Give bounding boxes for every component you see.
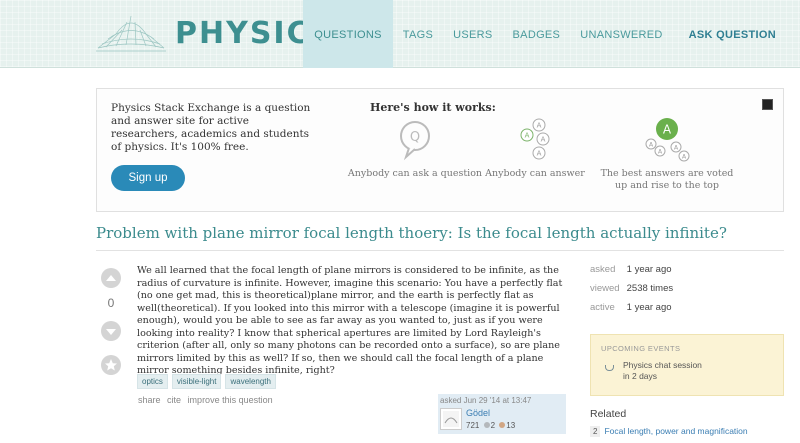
stat-label: asked xyxy=(590,264,616,275)
nav-badges[interactable]: BADGES xyxy=(503,0,571,68)
arrow-up-icon xyxy=(106,275,116,281)
physics-logo-icon[interactable] xyxy=(96,12,166,54)
owner-card: asked Jun 29 '14 at 13:47 Gödel 721 2 13 xyxy=(438,394,566,434)
site-header: PHYSICS QUESTIONS TAGS USERS BADGES UNAN… xyxy=(0,0,800,68)
welcome-text: Physics Stack Exchange is a question and… xyxy=(111,102,311,153)
svg-text:A: A xyxy=(525,132,530,140)
vote-count: 0 xyxy=(107,296,115,310)
close-icon[interactable] xyxy=(762,99,773,110)
step-answer-label: Anybody can answer xyxy=(485,168,585,179)
chat-cup-icon xyxy=(605,365,614,371)
related-item[interactable]: 2 Focal length, power and magnification xyxy=(590,426,748,437)
stat-value: 1 year ago xyxy=(626,264,672,275)
events-title: UPCOMING EVENTS xyxy=(601,344,681,353)
main-nav: QUESTIONS TAGS USERS BADGES UNANSWERED A… xyxy=(303,0,786,68)
related-count: 2 xyxy=(590,426,601,437)
stat-value: 2538 times xyxy=(626,283,674,294)
tag-visible-light[interactable]: visible-light xyxy=(171,374,222,389)
answer-bubbles-icon: A A A A xyxy=(520,118,550,160)
nav-questions[interactable]: QUESTIONS xyxy=(303,0,393,68)
step-vote-label: The best answers are voted up and rise t… xyxy=(600,168,734,191)
silver-badge-icon xyxy=(483,422,490,428)
stat-asked: asked 1 year ago xyxy=(590,264,672,275)
asked-timestamp: asked Jun 29 '14 at 13:47 xyxy=(440,396,532,405)
ask-question-link[interactable]: ASK QUESTION xyxy=(679,0,786,68)
avatar[interactable] xyxy=(440,408,462,430)
step-ask-label: Anybody can ask a question xyxy=(347,168,483,179)
event-time: in 2 days xyxy=(623,371,658,381)
tag-wavelength[interactable]: wavelength xyxy=(225,374,276,389)
silver-badge-count: 2 xyxy=(490,421,496,430)
event-name[interactable]: Physics chat session xyxy=(623,360,702,370)
best-answer-icon: A A A A A xyxy=(645,118,690,162)
arrow-down-icon xyxy=(106,329,116,335)
stat-label: viewed xyxy=(590,283,620,294)
step-ask: Q Anybody can ask a question xyxy=(345,117,485,180)
nav-tags[interactable]: TAGS xyxy=(393,0,443,68)
cite-link[interactable]: cite xyxy=(167,395,181,405)
question-body: We all learned that the focal length of … xyxy=(137,265,563,376)
owner-name[interactable]: Gödel xyxy=(466,408,490,418)
stat-active: active 1 year ago xyxy=(590,302,672,313)
svg-text:A: A xyxy=(537,150,542,158)
stat-value[interactable]: 1 year ago xyxy=(627,302,672,313)
tag-optics[interactable]: optics xyxy=(137,374,168,389)
stat-label: active xyxy=(590,302,615,313)
step-answer: A A A A Anybody can answer xyxy=(465,117,605,180)
tag-list: optics visible-light wavelength xyxy=(137,374,276,389)
vote-down-button[interactable] xyxy=(101,321,121,341)
bronze-badge-count: 13 xyxy=(506,421,516,430)
reputation-score: 721 xyxy=(466,421,480,430)
bronze-badge-icon xyxy=(499,422,506,428)
how-it-works-title: Here's how it works: xyxy=(370,101,496,114)
stat-viewed: viewed 2538 times xyxy=(590,283,673,294)
star-icon xyxy=(105,359,117,371)
nav-unanswered[interactable]: UNANSWERED xyxy=(570,0,672,68)
title-divider xyxy=(96,250,784,251)
svg-text:A: A xyxy=(663,123,672,137)
welcome-box: Physics Stack Exchange is a question and… xyxy=(96,88,784,212)
owner-reputation: 721 2 13 xyxy=(466,421,515,430)
improve-link[interactable]: improve this question xyxy=(188,395,273,405)
nav-users[interactable]: USERS xyxy=(443,0,502,68)
avatar-icon xyxy=(443,411,459,427)
step-vote: A A A A A The best answers are voted up … xyxy=(597,117,737,192)
related-title: Related xyxy=(590,408,627,420)
share-link[interactable]: share xyxy=(138,395,161,405)
svg-text:A: A xyxy=(541,136,546,144)
upcoming-events-box: UPCOMING EVENTS Physics chat session in … xyxy=(590,334,784,396)
svg-text:Q: Q xyxy=(410,130,420,145)
vote-up-button[interactable] xyxy=(101,268,121,288)
post-menu: share cite improve this question xyxy=(138,395,277,405)
favorite-button[interactable] xyxy=(101,355,121,375)
question-bubble-icon: Q xyxy=(400,121,430,161)
question-title[interactable]: Problem with plane mirror focal length t… xyxy=(96,224,786,242)
signup-button[interactable]: Sign up xyxy=(111,165,185,191)
related-link[interactable]: Focal length, power and magnification xyxy=(604,426,747,436)
svg-text:A: A xyxy=(537,122,542,130)
